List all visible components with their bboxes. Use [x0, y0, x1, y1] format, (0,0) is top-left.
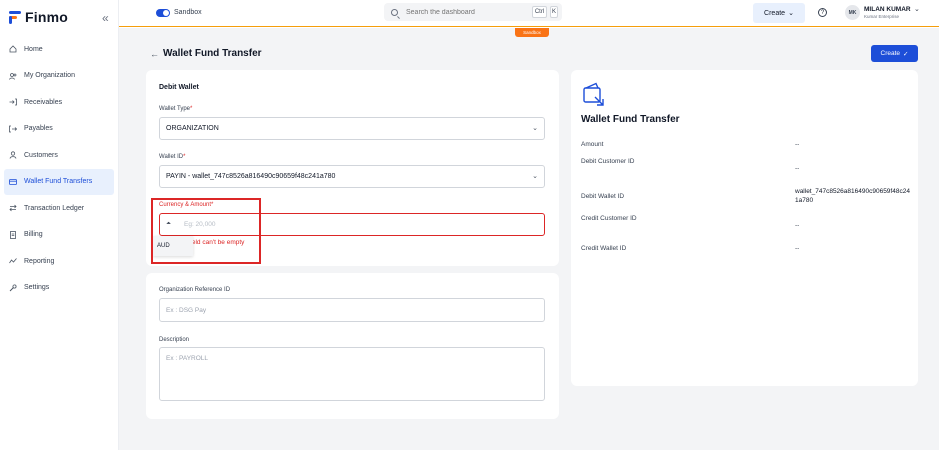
create-button[interactable]: Create ✓ — [871, 45, 918, 62]
annotation-highlight-box — [151, 198, 261, 264]
sidebar-item-receivables[interactable]: Receivables — [0, 89, 118, 116]
collapse-sidebar-icon[interactable]: « — [102, 11, 109, 25]
sidebar-item-customers[interactable]: Customers — [0, 142, 118, 169]
org-ref-input[interactable]: Ex : DSG Pay — [159, 298, 545, 322]
card-icon — [9, 178, 17, 186]
sidebar-item-label: Transaction Ledger — [24, 204, 85, 212]
summary-amount-label: Amount — [581, 141, 604, 148]
sidebar-item-payables[interactable]: Payables — [0, 116, 118, 143]
brand-name: Finmo — [25, 9, 68, 25]
sidebar-item-settings[interactable]: Settings — [0, 275, 118, 302]
summary-debit-wallet-label: Debit Wallet ID — [581, 193, 625, 200]
sidebar-item-label: Reporting — [24, 257, 55, 265]
wrench-icon — [9, 284, 17, 292]
user-menu-chevron-icon[interactable]: ⌄ — [914, 5, 920, 13]
description-label: Description — [159, 337, 190, 343]
shortcut-ctrl-key: Ctrl — [532, 6, 547, 18]
help-icon[interactable]: ? — [818, 8, 827, 17]
swap-icon — [9, 204, 17, 212]
users-icon — [9, 72, 17, 80]
sidebar-item-label: Receivables — [24, 98, 63, 106]
wallet-id-label: Wallet ID* — [159, 154, 185, 160]
back-arrow-icon[interactable]: ← — [150, 49, 159, 59]
summary-debit-wallet-value: wallet_747c8526a816490c90659f48c241a780 — [795, 188, 910, 204]
sidebar-item-label: Payables — [24, 125, 53, 133]
summary-credit-wallet-label: Credit Wallet ID — [581, 245, 627, 252]
chevron-down-icon: ⌄ — [788, 10, 794, 17]
page-title: Wallet Fund Transfer — [163, 48, 262, 59]
create-menu-label: Create — [764, 9, 786, 17]
summary-credit-wallet-value: -- — [795, 245, 800, 252]
description-textarea[interactable]: Ex : PAYROLL — [159, 347, 545, 401]
sandbox-badge: Sandbox — [515, 28, 549, 37]
sidebar-item-billing[interactable]: Billing — [0, 222, 118, 249]
sidebar-nav: Home My Organization Receivables Payable… — [0, 36, 118, 301]
summary-credit-customer-value: -- — [795, 222, 800, 229]
org-ref-label: Organization Reference ID — [159, 287, 231, 293]
sidebar-item-home[interactable]: Home — [0, 36, 118, 63]
avatar[interactable]: MK — [845, 5, 860, 20]
chevron-down-icon: ⌄ — [532, 125, 538, 132]
summary-amount-value: -- — [795, 141, 800, 148]
required-mark: * — [190, 106, 193, 112]
sidebar-item-label: Settings — [24, 284, 50, 292]
login-icon — [9, 98, 17, 106]
summary-credit-customer-label: Credit Customer ID — [581, 215, 637, 222]
sandbox-label: Sandbox — [174, 9, 202, 16]
required-mark: * — [183, 154, 186, 160]
wallet-id-label-text: Wallet ID — [159, 154, 184, 160]
sidebar-item-label: Billing — [24, 231, 43, 239]
create-button-label: Create — [880, 50, 901, 57]
summary-debit-customer-value: -- — [795, 165, 800, 172]
brand-logo[interactable]: Finmo — [9, 9, 68, 25]
wallet-type-label-text: Wallet Type — [159, 106, 191, 112]
summary-debit-customer-label: Debit Customer ID — [581, 158, 635, 165]
sidebar-item-transaction-ledger[interactable]: Transaction Ledger — [0, 195, 118, 222]
sidebar: Finmo « Home My Organization Receivables… — [0, 0, 119, 450]
document-icon — [9, 230, 17, 239]
app-root: Finmo « Home My Organization Receivables… — [0, 0, 939, 450]
sandbox-toggle[interactable] — [156, 9, 170, 17]
wallet-type-select[interactable]: ORGANIZATION ⌄ — [159, 117, 545, 140]
search-box[interactable]: Ctrl K — [384, 3, 562, 21]
wallet-type-value: ORGANIZATION — [166, 125, 219, 132]
sidebar-item-reporting[interactable]: Reporting — [0, 248, 118, 275]
section-title-debit-wallet: Debit Wallet — [159, 84, 199, 91]
sidebar-item-my-organization[interactable]: My Organization — [0, 63, 118, 90]
shortcut-k-key: K — [550, 6, 558, 18]
org-ref-placeholder: Ex : DSG Pay — [166, 306, 207, 314]
sidebar-item-wallet-fund-transfers[interactable]: Wallet Fund Transfers — [4, 168, 114, 195]
search-input[interactable] — [406, 8, 516, 16]
sidebar-item-label: Home — [24, 45, 43, 53]
user-name: MILAN KUMAR — [864, 6, 911, 13]
wallet-id-value: PAYIN - wallet_747c8526a816490c90659f48c… — [166, 173, 336, 180]
sidebar-item-label: Wallet Fund Transfers — [24, 178, 93, 186]
logout-icon — [9, 125, 17, 133]
finmo-logo-icon — [9, 10, 21, 24]
wallet-type-label: Wallet Type* — [159, 106, 192, 112]
user-organization: Kumar Enterprise — [864, 14, 900, 19]
check-icon: ✓ — [903, 50, 909, 58]
search-icon — [391, 8, 398, 16]
sidebar-item-label: My Organization — [24, 72, 75, 80]
sidebar-item-label: Customers — [24, 151, 58, 159]
wallet-transfer-icon — [582, 82, 608, 106]
top-bar: Sandbox Ctrl K Create ⌄ ? MK MILAN KUMAR… — [119, 0, 939, 27]
chart-icon — [9, 257, 17, 265]
home-icon — [9, 45, 17, 53]
wallet-id-select[interactable]: PAYIN - wallet_747c8526a816490c90659f48c… — [159, 165, 545, 188]
chevron-down-icon: ⌄ — [532, 173, 538, 180]
user-icon — [9, 151, 17, 159]
create-menu-button[interactable]: Create ⌄ — [753, 3, 805, 23]
summary-title: Wallet Fund Transfer — [581, 114, 680, 125]
description-placeholder: Ex : PAYROLL — [166, 355, 209, 362]
